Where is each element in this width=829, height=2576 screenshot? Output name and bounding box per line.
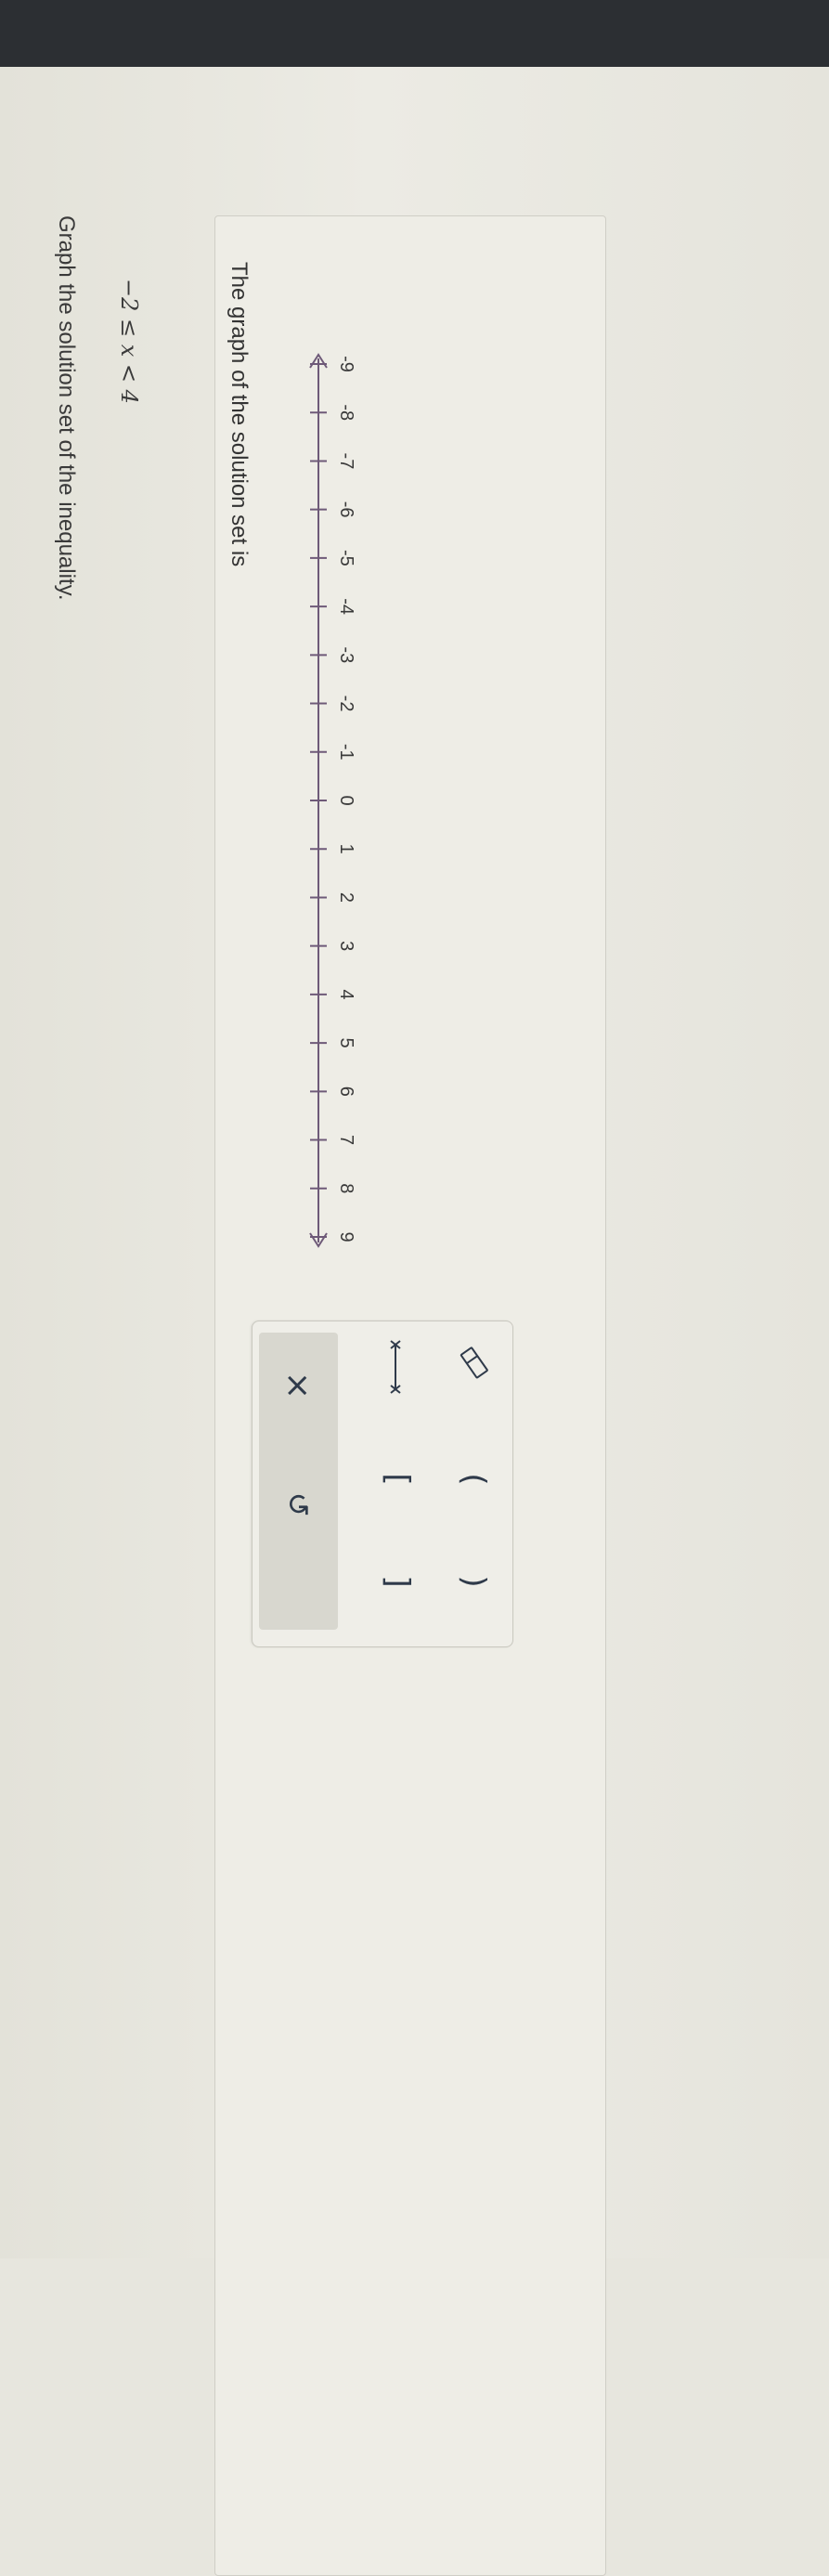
screen: Graph the solution set of the inequality…: [0, 67, 829, 2576]
tick-label: 2: [336, 892, 356, 903]
tick-label: -7: [336, 453, 356, 470]
tick-label: -3: [336, 646, 356, 663]
tick-label: 1: [336, 844, 356, 854]
tick-label: -1: [336, 744, 356, 761]
clear-button[interactable]: ×: [275, 1362, 321, 1409]
open-bracket-button[interactable]: [: [377, 1461, 418, 1498]
tick-label: -4: [336, 598, 356, 615]
tick-label: 3: [336, 941, 356, 951]
tick-label: -5: [336, 550, 356, 566]
segment-tool-icon: [390, 1340, 401, 1394]
undo-button[interactable]: ↺: [275, 1481, 321, 1528]
tick-label: 4: [336, 989, 356, 999]
tick-label: 7: [336, 1135, 356, 1145]
inequality: −2 ≤ x < 4: [116, 279, 142, 404]
question-title: Graph the solution set of the inequality…: [54, 215, 79, 601]
tick-label: -9: [336, 356, 356, 372]
number-line[interactable]: -9 -8 -7 -6 -5 -4 -3 -2 -1 0 1 2 3 4 5 6 7 8 9: [291, 327, 458, 1274]
close-paren-button[interactable]: ): [453, 1563, 494, 1600]
window-top-bar: [0, 0, 829, 67]
open-paren-button[interactable]: (: [453, 1461, 494, 1498]
action-bar: × ↺: [259, 1333, 338, 1630]
tick-label: 0: [336, 795, 356, 805]
tick-label: 9: [336, 1231, 356, 1242]
question-stage: Graph the solution set of the inequality…: [0, 67, 829, 2576]
tick-label: 5: [336, 1038, 356, 1048]
graph-tool-palette: ( ) [ ] × ↺: [252, 1321, 513, 1647]
close-bracket-button[interactable]: ]: [377, 1563, 418, 1600]
eraser-icon: [460, 1347, 488, 1379]
answer-prompt: The graph of the solution set is: [227, 262, 252, 567]
tick-label: -2: [336, 696, 356, 712]
tick-label: 6: [336, 1086, 356, 1097]
tick-label: 8: [336, 1183, 356, 1193]
tick-label: -8: [336, 404, 356, 421]
tick-label: -6: [336, 501, 356, 518]
segment-tool-button[interactable]: [377, 1334, 414, 1399]
eraser-button[interactable]: [455, 1342, 492, 1385]
